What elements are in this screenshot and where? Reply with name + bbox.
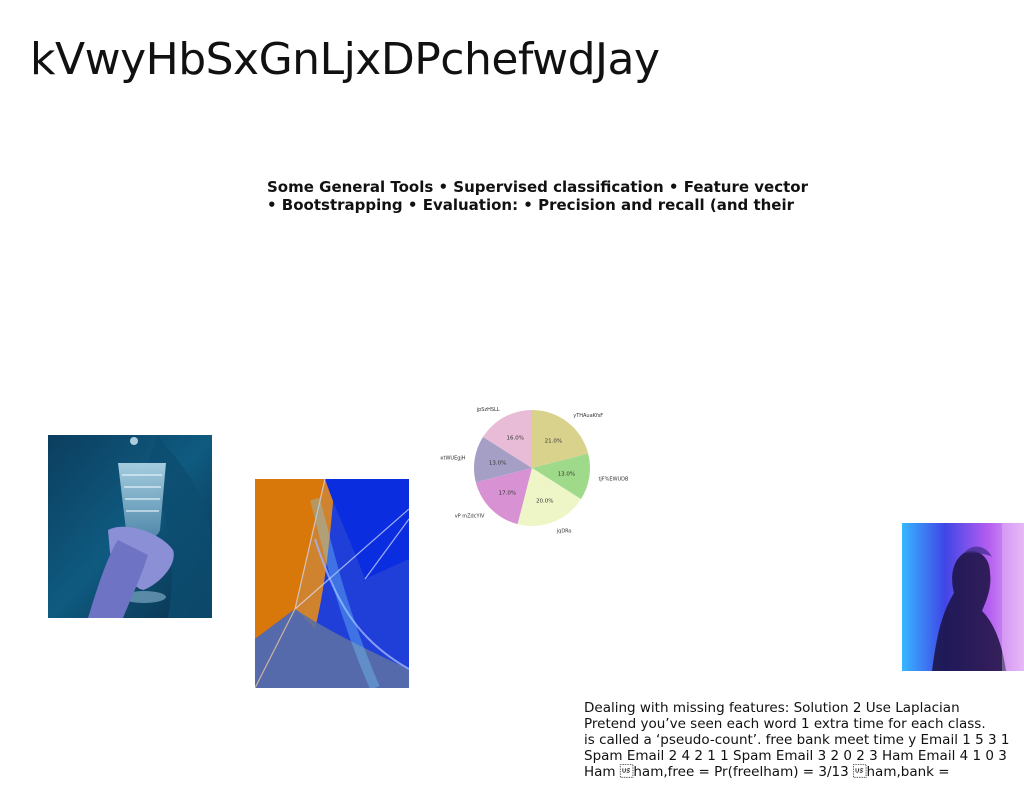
pie-category-label: tjF%EWUDB [598,477,629,483]
slide-title: kVwyHbSxGnLjxDPchefwdJay [30,34,660,85]
person-silhouette-photo-icon [902,523,1024,671]
photo-hand-glass [48,435,212,618]
pie-chart: 21.0% yTHAuaKfsF 13.0% tjF%EWUDB 20.0% jqDRo 1… [440,407,629,535]
pie-percent-label: 16.0% [506,436,523,442]
hand-glass-photo-icon [48,435,212,618]
note-line: is called a ‘pseudo-count’. free bank me… [584,732,1010,748]
laplacian-note: Dealing with missing features: Solution … [584,700,1024,780]
note-line: Ham ham,free = Pr(freelham) = 3/13 ham,b… [584,764,950,780]
pie-category-label: vP mZdcYIV [455,514,485,520]
pie-category-label: jpSzHSLL [476,407,500,413]
pie-percent-label: 17.0% [499,491,516,497]
pie-percent-label: 21.0% [545,439,562,445]
photo-abstract-geometry [255,479,409,688]
pie-percent-label: 20.0% [536,498,553,504]
tools-line: Some General Tools • Supervised classifi… [267,178,808,196]
note-line: Spam Email 2 4 2 1 1 Spam Email 3 2 0 2 … [584,748,1007,764]
photo-silhouette [902,523,1024,671]
pie-percent-label: 13.0% [558,471,575,477]
tools-line: • Bootstrapping • Evaluation: • Precisio… [267,196,795,214]
abstract-shapes-photo-icon [255,479,409,688]
pie-category-label: bxtWUEgjH [440,455,466,461]
pie-category-label: jqDRo [556,529,572,535]
pie-percent-label: 13.0% [489,461,506,467]
tools-text-block: Some General Tools • Supervised classifi… [267,178,808,214]
pie-category-label: yTHAuaKfsF [573,413,603,419]
note-line: Dealing with missing features: Solution … [584,700,960,716]
note-line: Pretend you’ve seen each word 1 extra ti… [584,716,986,732]
